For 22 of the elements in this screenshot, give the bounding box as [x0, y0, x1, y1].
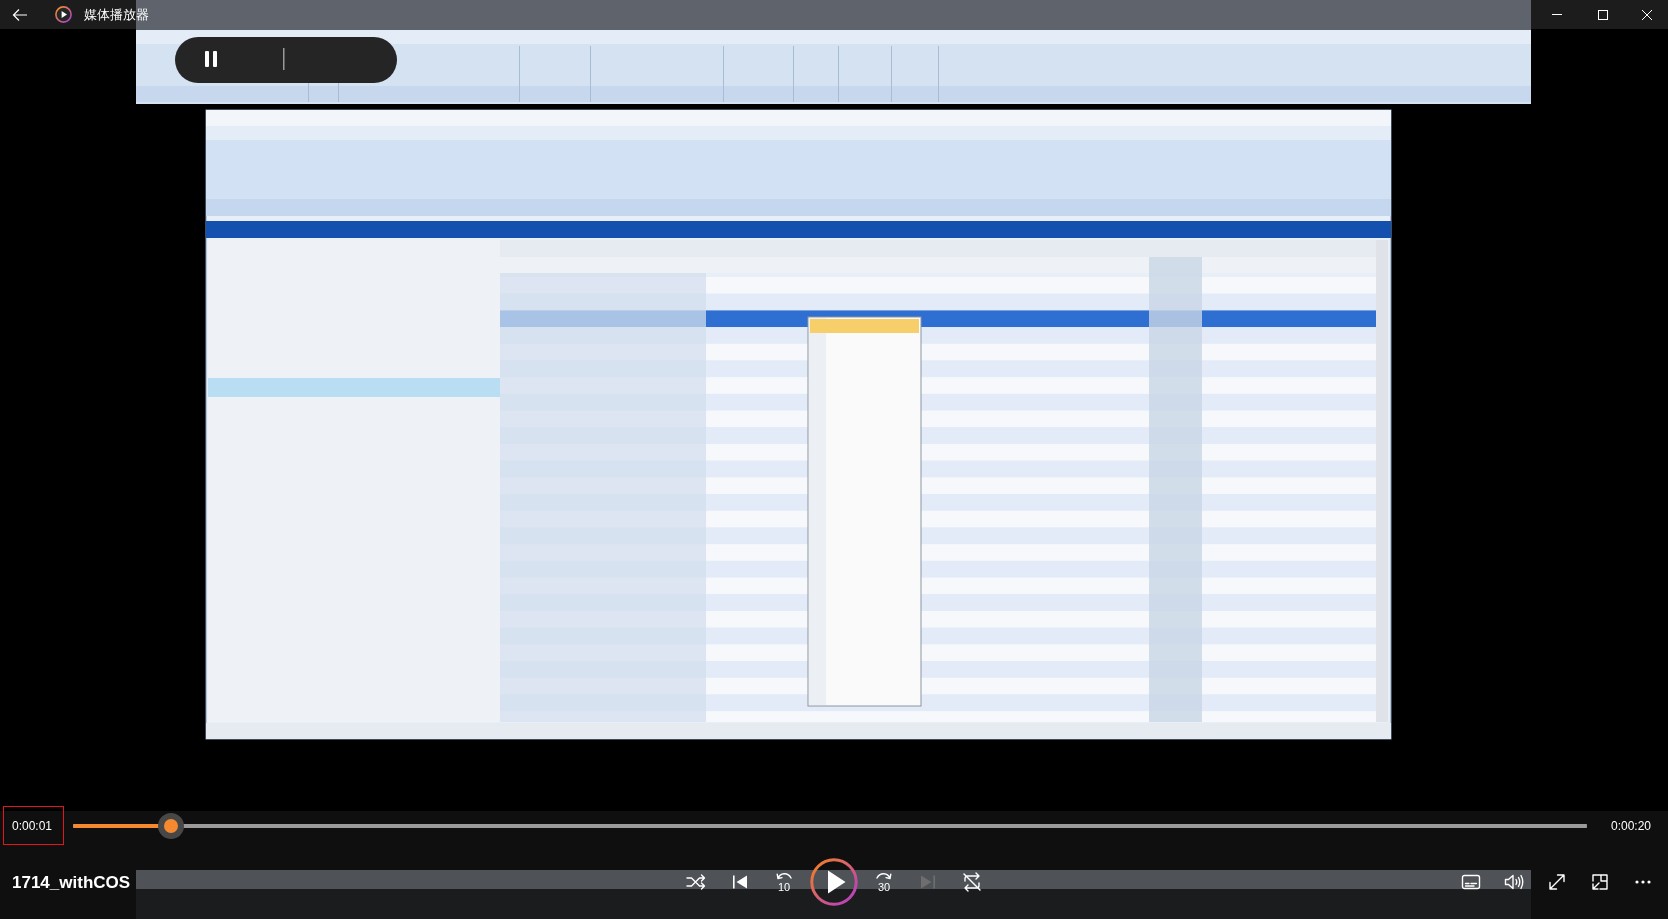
next-icon	[920, 874, 936, 890]
minimize-icon	[1552, 14, 1562, 15]
play-logo-icon	[55, 6, 72, 23]
total-time: 0:00:20	[1611, 819, 1652, 832]
back-arrow-icon	[12, 7, 28, 22]
forward-icon	[875, 871, 893, 880]
close-icon	[1642, 9, 1652, 20]
previous-icon	[732, 874, 748, 890]
maximize-icon	[1598, 9, 1608, 20]
mini-player-icon	[1590, 873, 1609, 891]
subtitles-icon	[1460, 874, 1481, 890]
volume-icon	[1503, 874, 1524, 890]
forward-button[interactable]: 30	[862, 862, 906, 902]
rewind-icon	[775, 871, 793, 880]
rewind-button[interactable]: 10	[762, 862, 806, 902]
current-time: 0:00:01	[12, 819, 53, 832]
window-title: 媒体播放器	[84, 8, 149, 21]
media-title: 1714_withCOS	[12, 873, 131, 891]
shuffle-icon	[686, 874, 706, 890]
slider-thumb[interactable]	[158, 812, 185, 839]
more-icon	[1634, 880, 1651, 884]
fullscreen-icon	[1547, 873, 1566, 891]
